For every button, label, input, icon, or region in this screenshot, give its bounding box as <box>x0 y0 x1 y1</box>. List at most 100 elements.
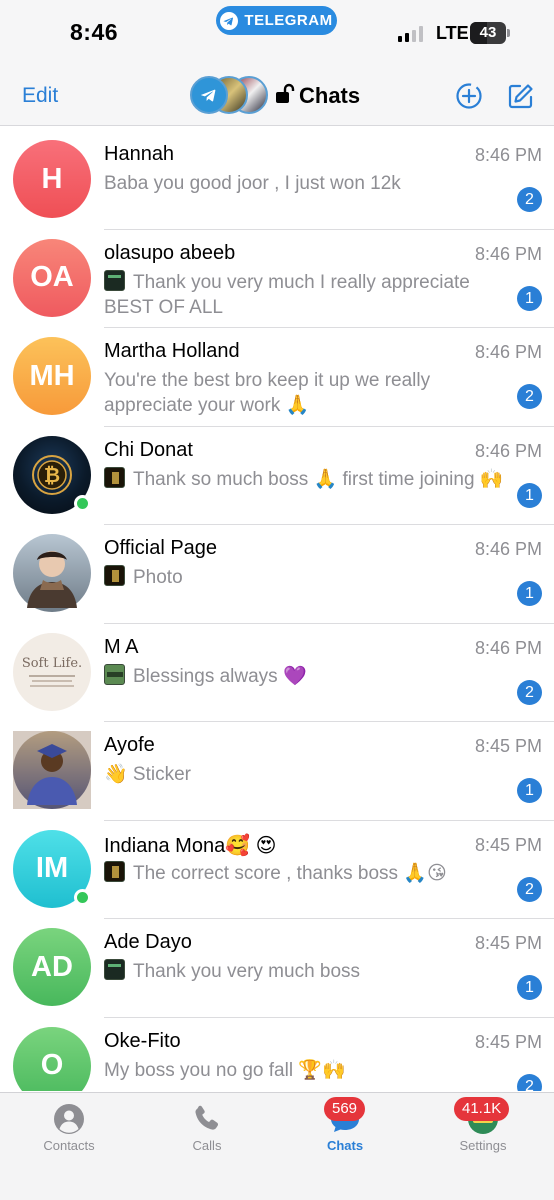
signal-icon <box>398 26 423 42</box>
bitcoin-icon: ₿ <box>32 454 72 495</box>
avatar-initials: H <box>41 162 63 195</box>
stories-avatars[interactable] <box>190 76 270 114</box>
chat-row[interactable]: OA olasupo abeeb 8:46 PM Thank you very … <box>0 230 554 328</box>
online-indicator <box>74 888 91 906</box>
unread-badge: 1 <box>517 285 542 311</box>
chat-name: M A <box>104 635 139 658</box>
media-thumbnail <box>104 466 125 488</box>
preview-text: My boss you no go fall 🏆🙌 <box>104 1059 346 1081</box>
media-thumbnail <box>104 269 125 291</box>
chat-preview: Thank you very much boss <box>104 959 504 984</box>
status-bar: 8:46 TELEGRAM LTE 43 <box>0 0 554 64</box>
media-thumbnail <box>104 663 125 685</box>
telegram-icon <box>220 11 239 30</box>
chat-name: Ayofe <box>104 734 155 756</box>
unlock-icon[interactable] <box>275 83 295 105</box>
phone-icon <box>195 1105 219 1130</box>
chat-time: 8:45 PM <box>474 736 542 756</box>
chat-time: 8:45 PM <box>474 834 542 855</box>
chat-row[interactable]: Ayofe 8:45 PM 👋 Sticker 1 <box>0 722 554 821</box>
tab-label: Chats <box>326 1138 364 1153</box>
avatar-initials: AD <box>31 950 73 983</box>
tab-contacts[interactable]: Contacts <box>0 1093 138 1173</box>
chat-time: 8:46 PM <box>474 342 542 362</box>
battery-icon: 43 <box>470 22 510 44</box>
unread-badge: 1 <box>517 778 542 803</box>
chat-preview: The correct score , thanks boss 🙏😘 <box>104 860 504 886</box>
compose-icon[interactable] <box>507 82 535 110</box>
chat-time: 8:46 PM <box>474 539 542 559</box>
chat-row[interactable]: O Oke-Fito 8:45 PM My boss you no go fal… <box>0 1018 554 1091</box>
chat-time: 8:46 PM <box>474 440 542 461</box>
unread-badge: 2 <box>517 876 542 902</box>
preview-text: Photo <box>133 567 183 588</box>
chat-name: Hannah <box>104 143 175 165</box>
person-photo-icon <box>27 551 77 608</box>
tab-bar: Contacts Calls 569 Chats 41.1K Settings <box>0 1092 554 1200</box>
edit-button[interactable]: Edit <box>22 84 58 108</box>
preview-text: Thank you very much I really appreciate … <box>104 271 470 318</box>
page-title: Chats <box>299 83 361 108</box>
chat-preview: My boss you no go fall 🏆🙌 <box>104 1058 504 1083</box>
chats-header: Edit Chats <box>0 64 554 126</box>
chat-name: Oke-Fito <box>104 1029 181 1052</box>
chat-time: 8:45 PM <box>474 1031 542 1052</box>
chat-preview: Thank so much boss 🙏 first time joining … <box>104 466 504 492</box>
chat-row[interactable]: AD Ade Dayo 8:45 PM Thank you very much … <box>0 919 554 1018</box>
chat-preview: Blessings always 💜 <box>104 663 504 689</box>
chat-time: 8:46 PM <box>474 243 542 264</box>
unread-badge: 2 <box>517 384 542 409</box>
chat-row[interactable]: MH Martha Holland 8:46 PM You're the bes… <box>0 328 554 427</box>
story-avatar-telegram[interactable] <box>190 76 228 114</box>
chat-name: Martha Holland <box>104 340 240 362</box>
chats-unread-badge: 569 <box>324 1097 366 1121</box>
preview-text: Blessings always 💜 <box>133 665 307 687</box>
media-thumbnail <box>104 860 125 882</box>
chat-time: 8:46 PM <box>474 637 542 658</box>
chat-name: Official Page <box>104 537 218 559</box>
network-type: LTE <box>436 23 469 43</box>
graduate-photo-icon <box>13 731 91 809</box>
unread-badge: 1 <box>517 581 542 606</box>
chat-time: 8:45 PM <box>474 933 542 953</box>
telegram-icon <box>201 89 216 102</box>
chat-row[interactable]: H Hannah 8:46 PM Baba you good joor , I … <box>0 131 554 230</box>
tab-calls[interactable]: Calls <box>138 1093 276 1173</box>
tab-label: Settings <box>459 1138 507 1153</box>
chat-preview: Baba you good joor , I just won 12k <box>104 171 504 196</box>
add-story-icon[interactable] <box>455 82 483 110</box>
settings-badge: 41.1K <box>454 1097 510 1121</box>
chat-name: Indiana Mona🥰 😍 <box>104 834 277 857</box>
tab-settings[interactable]: 41.1K Settings <box>414 1093 552 1173</box>
online-indicator <box>74 494 91 512</box>
tab-label: Contacts <box>43 1138 95 1153</box>
tab-label: Calls <box>192 1138 222 1153</box>
chat-preview: Photo <box>104 565 504 590</box>
chat-row[interactable]: Official Page 8:46 PM Photo 1 <box>0 525 554 624</box>
chat-list[interactable]: H Hannah 8:46 PM Baba you good joor , I … <box>0 131 554 1091</box>
avatar <box>13 534 91 612</box>
unread-badge: 1 <box>517 482 542 508</box>
chat-preview: 👋 Sticker <box>104 762 504 787</box>
avatar: ₿ <box>13 435 91 514</box>
chat-row[interactable]: Soft Life. M A 8:46 PM Blessings always … <box>0 624 554 722</box>
avatar-initials: IM <box>35 852 69 884</box>
svg-text:₿: ₿ <box>44 463 60 487</box>
avatar: IM <box>13 829 91 908</box>
unread-badge: 2 <box>517 679 542 705</box>
chat-preview: You're the best bro keep it up we really… <box>104 368 504 418</box>
preview-text: Baba you good joor , I just won 12k <box>104 173 401 194</box>
contacts-icon <box>54 1104 84 1134</box>
chat-row[interactable]: IM Indiana Mona🥰 😍 8:45 PM The correct s… <box>0 821 554 919</box>
status-time: 8:46 <box>70 19 119 45</box>
chat-row[interactable]: ₿ Chi Donat 8:46 PM Thank so much boss 🙏… <box>0 427 554 525</box>
avatar: H <box>13 140 91 218</box>
tab-chats[interactable]: 569 Chats <box>276 1093 414 1173</box>
unread-badge: 2 <box>517 1073 542 1091</box>
telegram-pill[interactable]: TELEGRAM <box>216 6 337 35</box>
preview-text: Thank so much boss 🙏 first time joining … <box>133 468 504 490</box>
unread-badge: 1 <box>517 975 542 1000</box>
avatar: Soft Life. <box>13 632 91 711</box>
avatar: MH <box>13 337 91 415</box>
telegram-pill-label: TELEGRAM <box>244 12 333 29</box>
